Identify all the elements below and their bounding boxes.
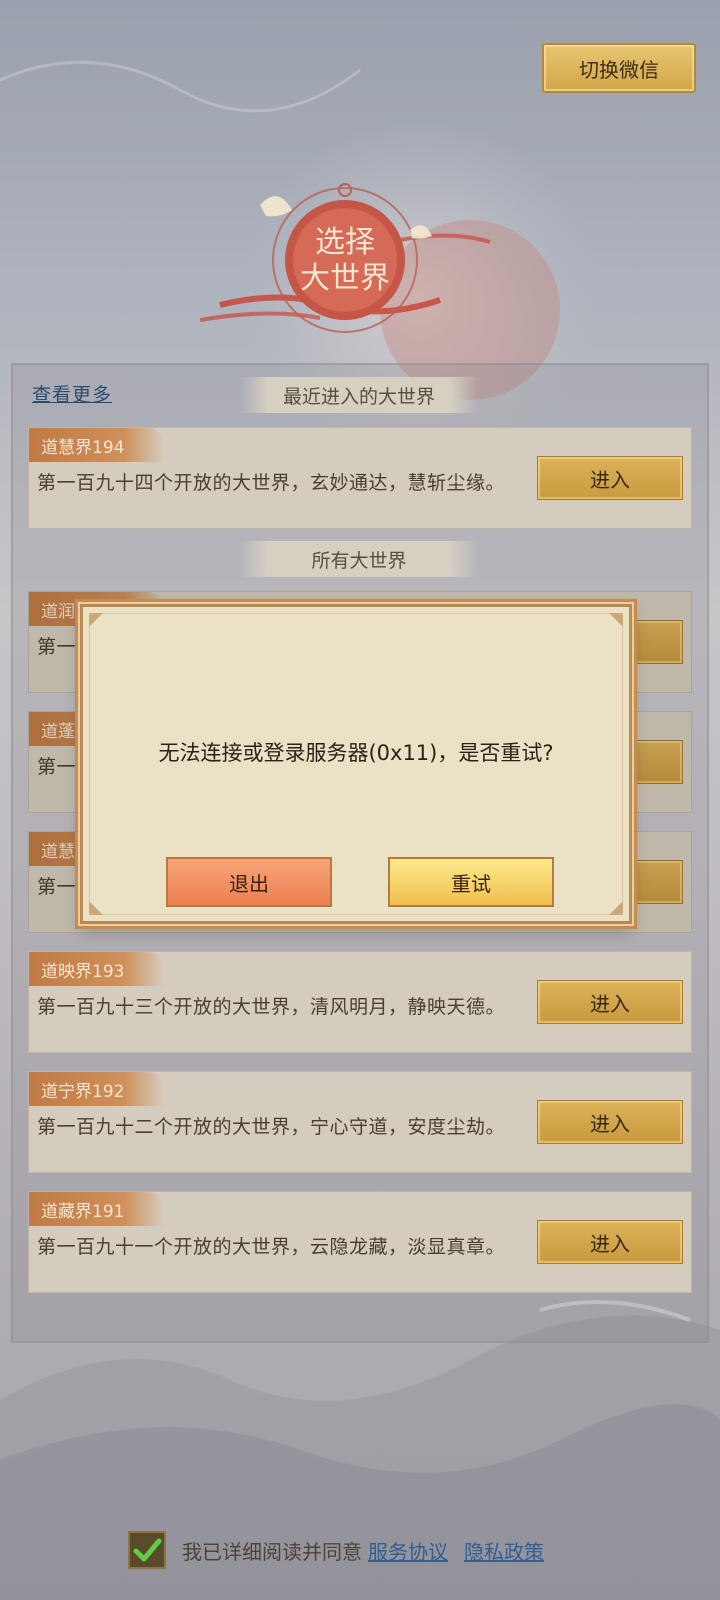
corner-ornament-icon — [89, 613, 103, 627]
agree-checkbox[interactable] — [128, 1531, 166, 1569]
world-description: 第一百九十四个开放的大世界，玄妙通达，慧斩尘缘。 — [37, 472, 506, 494]
enter-button[interactable]: 进入 — [537, 1100, 683, 1144]
world-description: 第一百九十三个开放的大世界，清风明月，静映天德。 — [37, 996, 506, 1018]
world-tag: 道藏界191 — [29, 1192, 165, 1226]
world-card: 道映界193 第一百九十三个开放的大世界，清风明月，静映天德。 进入 — [28, 951, 692, 1053]
enter-button[interactable]: 进入 — [537, 456, 683, 500]
recent-section-label: 最近进入的大世界 — [282, 385, 435, 408]
privacy-policy-link[interactable]: 隐私政策 — [464, 1536, 544, 1565]
corner-ornament-icon — [609, 613, 623, 627]
see-more-link[interactable]: 查看更多 — [32, 380, 112, 407]
agreement-row: 我已详细阅读并同意 服务协议 隐私政策 — [128, 1530, 544, 1570]
select-world-emblem: 选择 大世界 — [200, 183, 491, 333]
recent-world-card: 道慧界194 第一百九十四个开放的大世界，玄妙通达，慧斩尘缘。 进入 — [28, 427, 692, 529]
world-tag: 道慧界194 — [29, 428, 165, 462]
enter-button[interactable]: 进入 — [537, 980, 683, 1024]
world-tag: 道宁界192 — [29, 1072, 165, 1106]
world-tag: 道映界193 — [29, 952, 165, 986]
emblem-title-line1: 选择 — [315, 225, 375, 260]
recent-section-title: 最近进入的大世界 — [240, 377, 478, 413]
exit-button[interactable]: 退出 — [166, 857, 332, 907]
emblem-title-line2: 大世界 — [300, 261, 390, 296]
switch-wechat-button[interactable]: 切换微信 — [542, 43, 696, 93]
service-agreement-link[interactable]: 服务协议 — [368, 1536, 448, 1565]
corner-ornament-icon — [89, 901, 103, 915]
world-card: 道宁界192 第一百九十二个开放的大世界，宁心守道，安度尘劫。 进入 — [28, 1071, 692, 1173]
connection-error-dialog: 无法连接或登录服务器(0x11)，是否重试? 退出 重试 — [80, 604, 632, 924]
world-description: 第一百九十一个开放的大世界，云隐龙藏，淡显真章。 — [37, 1236, 506, 1258]
retry-button[interactable]: 重试 — [388, 857, 554, 907]
world-card: 道藏界191 第一百九十一个开放的大世界，云隐龙藏，淡显真章。 进入 — [28, 1191, 692, 1293]
world-description: 第一百九十二个开放的大世界，宁心守道，安度尘劫。 — [37, 1116, 506, 1138]
all-section-title: 所有大世界 — [240, 541, 478, 577]
agreement-text: 我已详细阅读并同意 — [182, 1539, 362, 1564]
checkmark-icon — [133, 1538, 162, 1562]
corner-ornament-icon — [609, 901, 623, 915]
all-section-label: 所有大世界 — [311, 549, 407, 572]
dialog-message: 无法连接或登录服务器(0x11)，是否重试? — [158, 741, 554, 765]
enter-button[interactable]: 进入 — [537, 1220, 683, 1264]
